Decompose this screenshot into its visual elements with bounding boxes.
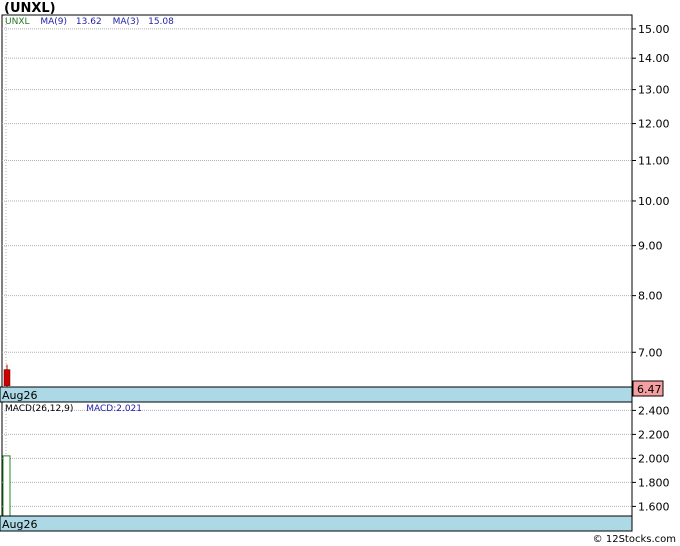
macd-y-axis: 2.400 2.200 2.000 1.800 1.600 bbox=[632, 404, 670, 513]
chart-title: (UNXL) bbox=[4, 1, 56, 16]
legend-ma9-value: 13.62 bbox=[76, 17, 102, 27]
price-tick-label: 12.00 bbox=[638, 118, 670, 131]
macd-tick-label: 2.200 bbox=[638, 428, 670, 441]
macd-tick-label: 1.600 bbox=[638, 500, 670, 513]
legend-ma3-value: 15.08 bbox=[148, 17, 174, 27]
legend-ma9-label: MA(9) bbox=[40, 17, 67, 27]
macd-bars bbox=[2, 455, 11, 517]
macd-bar bbox=[2, 455, 11, 517]
macd-legend: MACD(26,12,9) MACD:2.021 bbox=[5, 404, 142, 414]
price-date-band bbox=[0, 386, 633, 403]
macd-plot-frame bbox=[1, 401, 633, 517]
macd-tick-label: 1.800 bbox=[638, 476, 670, 489]
price-x-label: Aug26 bbox=[2, 389, 37, 402]
footer-credit: © 12Stocks.com bbox=[593, 534, 676, 545]
price-tick-label: 7.00 bbox=[638, 346, 663, 359]
macd-date-band bbox=[0, 515, 633, 532]
price-tick-label: 13.00 bbox=[638, 84, 670, 97]
price-tick-label: 10.00 bbox=[638, 195, 670, 208]
price-tick-label: 8.00 bbox=[638, 290, 663, 303]
price-tick-label: 9.00 bbox=[638, 240, 663, 253]
price-panel: 15.00 14.00 13.00 12.00 11.00 10.00 9.00 8.00 7.… bbox=[0, 14, 670, 403]
candle-body bbox=[3, 369, 11, 386]
legend-ma3-label: MA(3) bbox=[113, 17, 140, 27]
last-price-label: 6.47 bbox=[637, 383, 662, 396]
macd-indicator-label: MACD(26,12,9) bbox=[5, 404, 73, 414]
price-tick-label: 14.00 bbox=[638, 52, 670, 65]
macd-value-label: MACD:2.021 bbox=[86, 404, 142, 414]
macd-x-label: Aug26 bbox=[2, 518, 37, 531]
macd-panel: 2.400 2.200 2.000 1.800 1.600 MACD(26,12,9) … bbox=[0, 401, 670, 532]
price-legend: UNXL MA(9) 13.62 MA(3) 15.08 bbox=[5, 17, 174, 27]
macd-tick-label: 2.000 bbox=[638, 452, 670, 465]
price-tick-label: 11.00 bbox=[638, 155, 670, 168]
macd-tick-label: 2.400 bbox=[638, 404, 670, 417]
stock-chart: (UNXL) 15.00 14.00 13.00 12.00 11.00 10.00 9.0… bbox=[0, 1, 676, 545]
price-y-axis: 15.00 14.00 13.00 12.00 11.00 10.00 9.00 8.00 7.… bbox=[632, 23, 670, 359]
legend-ticker: UNXL bbox=[5, 17, 30, 27]
price-tick-label: 15.00 bbox=[638, 23, 670, 36]
